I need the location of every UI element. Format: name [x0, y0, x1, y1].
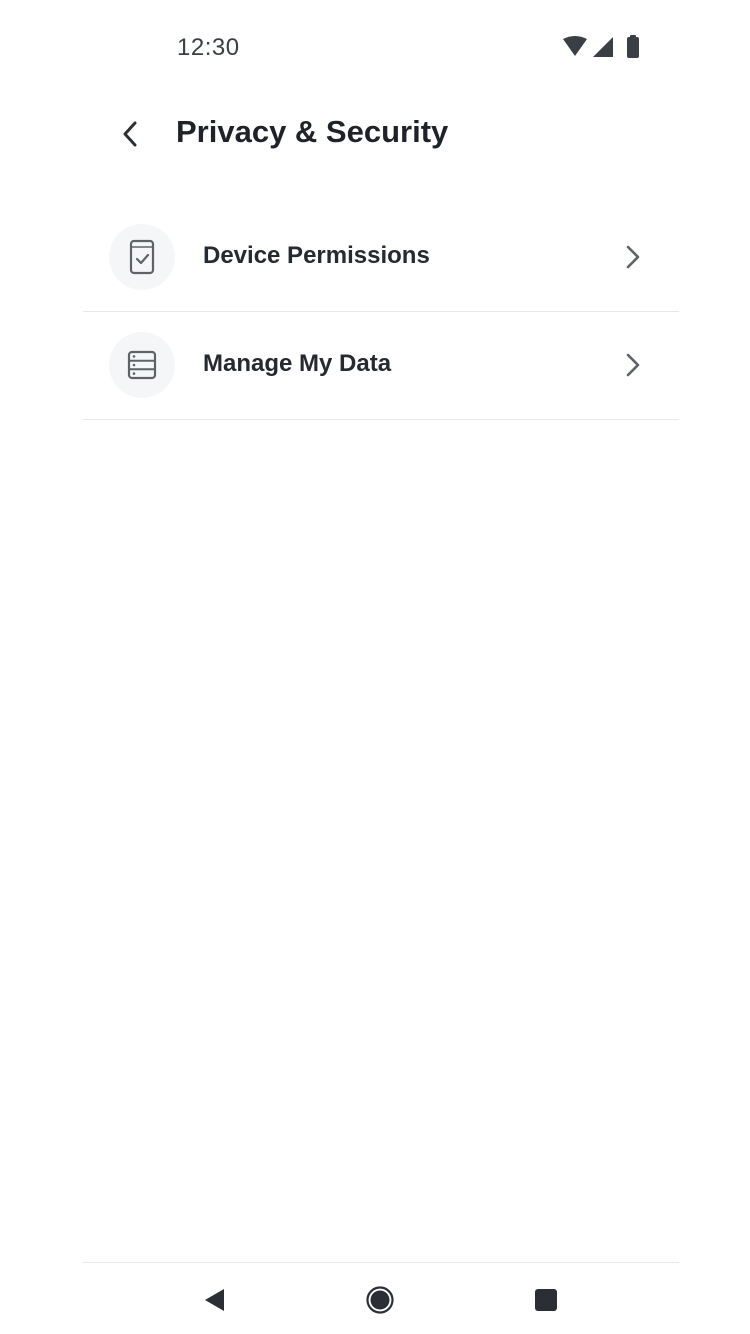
menu-item-device-permissions[interactable]: Device Permissions: [83, 204, 679, 312]
phone-check-icon: [129, 239, 155, 275]
wifi-icon: [563, 36, 587, 56]
cellular-signal-icon: [593, 37, 613, 57]
back-button[interactable]: [104, 108, 156, 160]
nav-home-button[interactable]: [362, 1282, 398, 1318]
status-icons: [560, 35, 650, 60]
battery-icon: [627, 35, 639, 58]
recents-square-icon: [535, 1289, 557, 1311]
settings-menu-list: Device Permissions Manage My Data: [83, 204, 679, 420]
chevron-right-icon: [623, 350, 643, 380]
system-nav-bar: [0, 1264, 750, 1334]
status-bar: 12:30: [0, 0, 750, 96]
nav-divider: [83, 1262, 679, 1263]
menu-item-manage-my-data[interactable]: Manage My Data: [83, 312, 679, 420]
menu-item-label: Device Permissions: [203, 242, 430, 269]
screen: 12:30 Privacy & Security Device Permissi…: [0, 0, 750, 1334]
header: Privacy & Security: [0, 96, 750, 176]
nav-recents-button[interactable]: [528, 1282, 564, 1318]
chevron-right-icon: [623, 242, 643, 272]
data-list-icon: [127, 350, 157, 380]
back-triangle-icon: [205, 1289, 224, 1311]
page-title: Privacy & Security: [176, 114, 449, 149]
chevron-left-icon: [123, 121, 137, 147]
menu-item-label: Manage My Data: [203, 350, 392, 377]
home-circle-icon: [366, 1286, 394, 1314]
menu-item-icon-container: [109, 332, 175, 398]
nav-back-button[interactable]: [196, 1282, 232, 1318]
menu-item-icon-container: [109, 224, 175, 290]
status-time: 12:30: [177, 34, 240, 61]
